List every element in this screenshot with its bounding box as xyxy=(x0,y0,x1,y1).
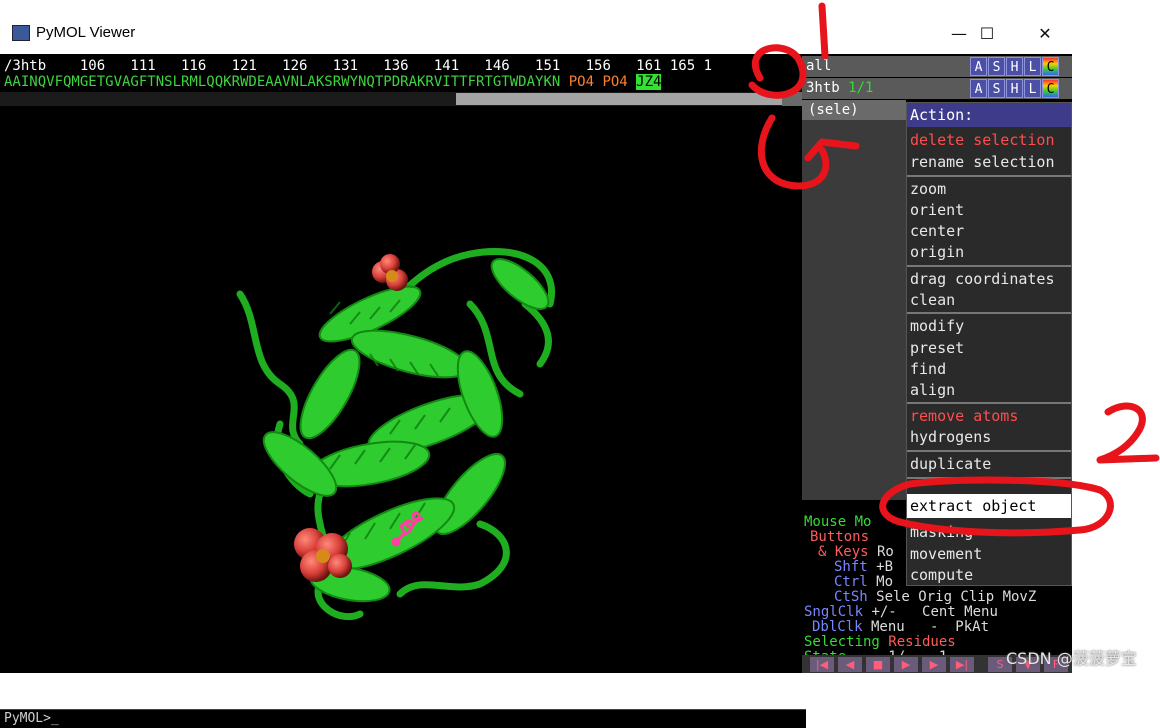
molecule-viewer[interactable]: /3htb 106 111 116 121 126 131 136 141 14… xyxy=(0,54,806,728)
selection-label[interactable]: (sele) xyxy=(808,102,859,118)
legend-shift-value: +B xyxy=(867,559,894,575)
menu-separator xyxy=(907,402,1071,404)
legend-double-click: DblClk xyxy=(812,619,863,635)
menu-extract-object[interactable]: extract object xyxy=(910,497,1036,515)
menu-align[interactable]: align xyxy=(910,381,955,399)
menu-movement[interactable]: movement xyxy=(910,545,982,563)
het-po4-b[interactable]: PO4 xyxy=(594,74,636,90)
panel-background xyxy=(802,120,906,500)
menu-separator xyxy=(907,477,1071,479)
all-label-button[interactable]: L xyxy=(1024,57,1041,76)
close-button[interactable]: ✕ xyxy=(1022,20,1068,48)
menu-duplicate[interactable]: duplicate xyxy=(910,455,991,473)
menu-modify[interactable]: modify xyxy=(910,317,964,335)
legend-selecting-mode[interactable]: Residues xyxy=(880,634,955,650)
menu-separator xyxy=(907,312,1071,314)
legend-ctrl-shift-value: Sele Orig Clip MovZ xyxy=(867,589,1037,605)
menu-find[interactable]: find xyxy=(910,360,946,378)
forward-button[interactable]: ▶ xyxy=(922,657,946,672)
3htb-action-button[interactable]: A xyxy=(970,79,987,98)
sequence-scroll-thumb[interactable] xyxy=(456,93,782,105)
legend-double-click-value: Menu - PkAt xyxy=(862,619,990,635)
sequence-numbers: /3htb 106 111 116 121 126 131 136 141 14… xyxy=(4,58,713,74)
pymol-app-icon xyxy=(12,25,30,41)
menu-separator xyxy=(907,450,1071,452)
legend-ctrl-shift: CtSh xyxy=(834,589,868,605)
menu-delete-selection[interactable]: delete selection xyxy=(910,131,1055,149)
sequence-scroll-end[interactable] xyxy=(782,92,802,106)
menu-hydrogens[interactable]: hydrogens xyxy=(910,428,991,446)
stop-button[interactable]: ■ xyxy=(866,657,890,672)
3htb-label-button[interactable]: L xyxy=(1024,79,1041,98)
legend-keys-value: Ro xyxy=(868,544,894,560)
legend-ctrl-value: Mo xyxy=(867,574,894,590)
legend-mouse-mode: Mouse Mo xyxy=(804,514,872,530)
menu-masking[interactable]: masking xyxy=(910,523,973,541)
action-menu[interactable]: Action: delete selection rename selectio… xyxy=(906,102,1072,586)
legend-single-click-value: +/- Cent Menu xyxy=(863,604,998,620)
menu-zoom[interactable]: zoom xyxy=(910,180,946,198)
watermark: CSDN @菠菠萝宝 xyxy=(1006,649,1137,668)
menu-origin[interactable]: origin xyxy=(910,243,964,261)
all-action-button[interactable]: A xyxy=(970,57,987,76)
rewind-button[interactable]: |◀ xyxy=(810,657,834,672)
residue-letters[interactable]: AAINQVFQMGETGVAGFTNSLRMLQQKRWDEAAVNLAKSR… xyxy=(4,74,560,90)
window-title-bar[interactable]: PyMOL Viewer — ☐ ✕ xyxy=(0,14,1072,54)
3htb-show-button[interactable]: S xyxy=(988,79,1005,98)
screenshot-margin xyxy=(1072,0,1160,673)
back-button[interactable]: ◀ xyxy=(838,657,862,672)
menu-separator xyxy=(907,265,1071,267)
selection-row[interactable]: (sele) xyxy=(802,100,906,120)
legend-shift: Shft xyxy=(834,559,868,575)
menu-rename-selection[interactable]: rename selection xyxy=(910,153,1055,171)
sequence-residues[interactable]: AAINQVFQMGETGVAGFTNSLRMLQQKRWDEAAVNLAKSR… xyxy=(4,74,662,90)
3htb-hide-button[interactable]: H xyxy=(1006,79,1023,98)
menu-preset[interactable]: preset xyxy=(910,339,964,357)
menu-orient[interactable]: orient xyxy=(910,201,964,219)
legend-ctrl: Ctrl xyxy=(834,574,868,590)
legend-keys: & Keys xyxy=(818,544,869,560)
object-row-all[interactable]: all A S H L C xyxy=(802,56,1072,77)
object-name-3htb[interactable]: 3htb 1/1 xyxy=(806,80,873,96)
all-show-button[interactable]: S xyxy=(988,57,1005,76)
maximize-button[interactable]: ☐ xyxy=(964,20,1010,48)
object-3htb-state-count: 1/1 xyxy=(848,80,874,96)
menu-separator xyxy=(907,175,1071,177)
action-menu-title: Action: xyxy=(907,103,1071,127)
all-color-button[interactable]: C xyxy=(1042,57,1059,76)
menu-clean[interactable]: clean xyxy=(910,291,955,309)
object-3htb-label[interactable]: 3htb xyxy=(806,80,840,96)
phosphate-top[interactable] xyxy=(372,254,408,291)
object-row-3htb[interactable]: 3htb 1/1 A S H L C xyxy=(802,78,1072,99)
het-po4-a[interactable]: PO4 xyxy=(560,74,594,90)
menu-compute[interactable]: compute xyxy=(910,566,973,584)
protein-cartoon[interactable] xyxy=(220,194,600,644)
command-line[interactable]: PyMOL>_ xyxy=(0,709,806,728)
menu-remove-atoms[interactable]: remove atoms xyxy=(910,407,1018,425)
object-name-all[interactable]: all xyxy=(806,58,831,74)
window-title: PyMOL Viewer xyxy=(36,24,136,41)
menu-drag-coordinates[interactable]: drag coordinates xyxy=(910,270,1055,288)
all-hide-button[interactable]: H xyxy=(1006,57,1023,76)
play-button[interactable]: ▶ xyxy=(894,657,918,672)
menu-center[interactable]: center xyxy=(910,222,964,240)
legend-selecting[interactable]: Selecting xyxy=(804,634,880,650)
3htb-color-button[interactable]: C xyxy=(1042,79,1059,98)
end-button[interactable]: ▶| xyxy=(950,657,974,672)
legend-single-click: SnglClk xyxy=(804,604,864,620)
legend-buttons: Buttons xyxy=(810,529,870,545)
het-jz4[interactable]: JZ4 xyxy=(636,74,662,90)
